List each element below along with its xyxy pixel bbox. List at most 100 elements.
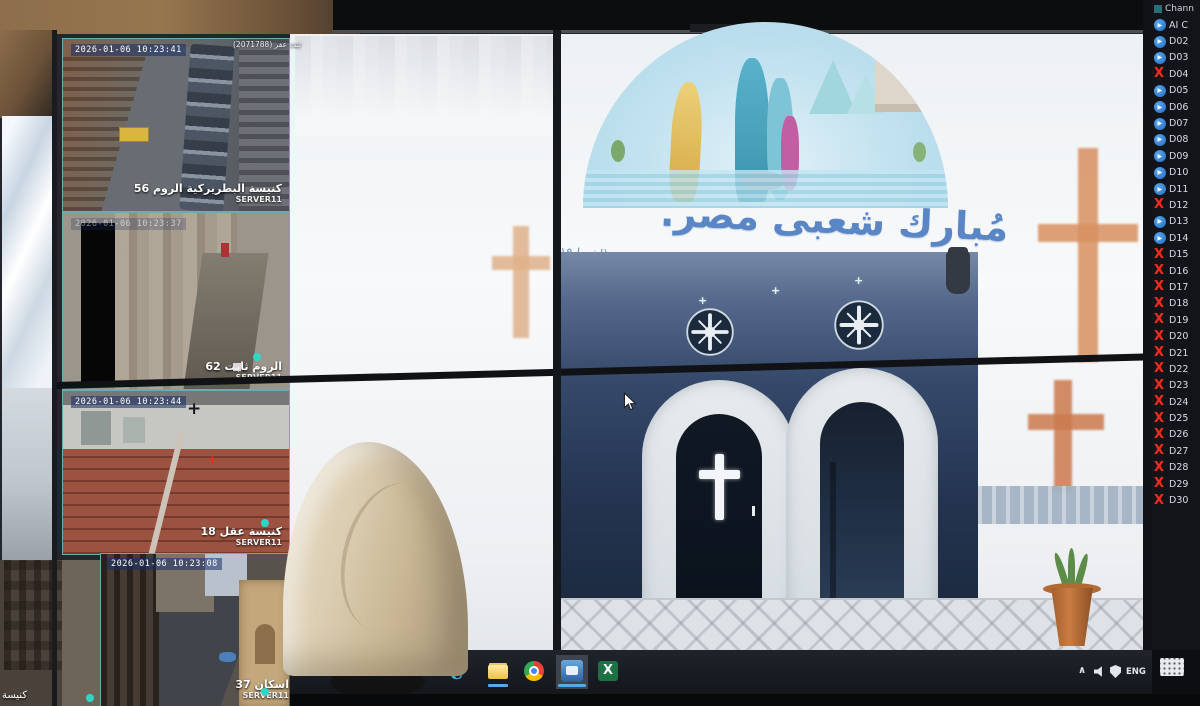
camera-feed-partial-bottom[interactable]: كنيسة <box>0 560 100 706</box>
channel-label: D05 <box>1169 85 1188 96</box>
channel-status-icon <box>1154 101 1166 113</box>
channel-status-icon <box>1154 495 1166 507</box>
channel-item[interactable]: AI C <box>1152 17 1200 33</box>
channel-item[interactable]: D16 <box>1152 263 1200 279</box>
channel-item[interactable]: D18 <box>1152 296 1200 312</box>
channel-item[interactable]: D10 <box>1152 165 1200 181</box>
channel-label: D04 <box>1169 69 1188 80</box>
small-cross-icon: + <box>854 274 863 287</box>
channel-item[interactable]: D06 <box>1152 99 1200 115</box>
small-cross-icon: + <box>771 284 780 297</box>
monitor-bezel-vertical-right <box>1143 0 1152 652</box>
channel-label: D03 <box>1169 52 1188 63</box>
channel-label: D27 <box>1169 446 1188 457</box>
channel-status-icon <box>1154 396 1166 408</box>
camera-app-icon[interactable] <box>560 659 584 683</box>
rooftop-unit-2 <box>123 417 145 443</box>
channel-item[interactable]: D30 <box>1152 492 1200 508</box>
file-explorer-icon[interactable] <box>488 659 512 683</box>
wall-cross-upper-right-arm <box>1038 224 1138 242</box>
channel-label: D23 <box>1169 380 1188 391</box>
building-lit-wall <box>62 560 100 706</box>
channel-item[interactable]: D17 <box>1152 279 1200 295</box>
channel-item[interactable]: D08 <box>1152 132 1200 148</box>
excel-glyph: X <box>598 661 618 681</box>
channel-item[interactable]: D07 <box>1152 115 1200 131</box>
channel-item[interactable]: D25 <box>1152 410 1200 426</box>
desk-surface <box>290 694 1200 706</box>
camera-feed-partial-bright[interactable] <box>2 116 56 388</box>
channel-item[interactable]: D12 <box>1152 197 1200 213</box>
network-shield-icon[interactable] <box>1110 665 1121 678</box>
chrome-icon[interactable] <box>524 659 548 683</box>
channel-label: D02 <box>1169 36 1188 47</box>
blue-tarp <box>219 652 236 662</box>
channel-header-label: Chann <box>1165 4 1194 14</box>
channel-item[interactable]: D28 <box>1152 460 1200 476</box>
channel-label: D21 <box>1169 348 1188 359</box>
channel-item[interactable]: D19 <box>1152 312 1200 328</box>
volume-icon[interactable] <box>1094 666 1105 677</box>
channel-item[interactable]: D09 <box>1152 148 1200 164</box>
camera-name: كنيسة عقل 18 <box>201 525 282 538</box>
channel-item[interactable]: D23 <box>1152 378 1200 394</box>
red-marker-icon: + <box>207 453 218 468</box>
channel-item[interactable]: D26 <box>1152 427 1200 443</box>
excel-icon[interactable]: X <box>598 659 622 683</box>
coptic-cross-icon <box>834 300 884 350</box>
channel-status-icon <box>1154 52 1166 64</box>
channel-item[interactable]: D03 <box>1152 50 1200 66</box>
mouse-cursor <box>622 392 638 416</box>
channel-label: D07 <box>1169 118 1188 129</box>
channel-status-icon <box>1154 314 1166 326</box>
camera-feed-partial-mid[interactable] <box>2 388 56 560</box>
speaker-glyph <box>1094 666 1105 677</box>
channel-group-icon <box>1154 5 1162 13</box>
channel-item[interactable]: D04 <box>1152 66 1200 82</box>
channel-status-icon <box>1154 134 1166 146</box>
channel-status-icon <box>1154 462 1166 474</box>
channel-status-icon <box>1154 380 1166 392</box>
channel-label: D15 <box>1169 249 1188 260</box>
channel-status-icon <box>1154 199 1166 211</box>
channel-label: AI C <box>1169 20 1188 31</box>
channel-list-panel[interactable]: Chann AI C D02 D03 <box>1152 0 1200 650</box>
channel-item[interactable]: D22 <box>1152 361 1200 377</box>
tray-chevron-up-icon[interactable]: ∧ <box>1078 665 1086 676</box>
mural-plant-2 <box>913 142 926 162</box>
channel-item[interactable]: D15 <box>1152 246 1200 262</box>
touch-keyboard-icon[interactable] <box>1160 658 1184 676</box>
camera-feed-1[interactable]: 2026-01-06 10:23:41 كنيسة البطريركية الر… <box>62 38 290 212</box>
channel-item[interactable]: D11 <box>1152 181 1200 197</box>
camera-feed-4[interactable]: 2026-01-06 10:23:08 اسكان 37 SERVER11 <box>100 553 297 706</box>
channel-item[interactable]: D20 <box>1152 328 1200 344</box>
channel-label: D14 <box>1169 233 1188 244</box>
channel-status-icon <box>1154 413 1166 425</box>
plant-leaf <box>1068 548 1075 586</box>
channel-item[interactable]: D05 <box>1152 83 1200 99</box>
crosshair-icon: + <box>187 399 201 419</box>
channel-label: D20 <box>1169 331 1188 342</box>
channel-status-icon <box>1154 36 1166 48</box>
channel-label: D13 <box>1169 216 1188 227</box>
monitor-bezel-vertical-left <box>52 30 57 706</box>
channel-status-icon <box>1154 445 1166 457</box>
language-indicator[interactable]: ENG <box>1126 667 1146 677</box>
running-app-indicator <box>488 684 508 687</box>
channel-item[interactable]: D14 <box>1152 230 1200 246</box>
channel-status-icon <box>1154 478 1166 490</box>
camera-label: كنيسة البطريركية الروم 56 SERVER11 <box>134 182 282 204</box>
channel-item[interactable]: D29 <box>1152 476 1200 492</box>
channel-item[interactable]: D13 <box>1152 214 1200 230</box>
channel-status-icon <box>1154 68 1166 80</box>
camera-feed-3[interactable]: + + 2026-01-06 10:23:44 كنيسة عقل 18 SER… <box>62 390 290 555</box>
channel-status-icon <box>1154 347 1166 359</box>
channel-item[interactable]: D02 <box>1152 33 1200 49</box>
church-arch <box>255 624 275 664</box>
channel-item[interactable]: D21 <box>1152 345 1200 361</box>
camera-feed-2[interactable]: 2026-01-06 10:23:37 الروم ثابت 62 SERVER… <box>62 212 290 390</box>
channel-status-icon <box>1154 150 1166 162</box>
channel-item[interactable]: D24 <box>1152 394 1200 410</box>
coptic-cross-medallion-right <box>834 300 884 350</box>
channel-item[interactable]: D27 <box>1152 443 1200 459</box>
